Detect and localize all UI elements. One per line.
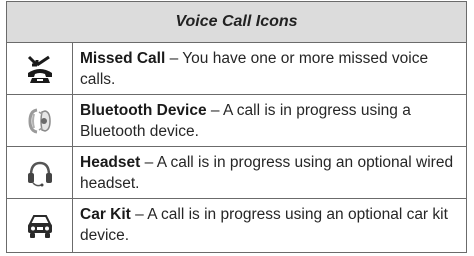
table-row: Missed Call – You have one or more misse… xyxy=(7,43,466,95)
row-label: Bluetooth Device xyxy=(80,102,207,119)
car-kit-icon xyxy=(25,211,55,241)
missed-call-icon xyxy=(25,54,55,84)
table-title: Voice Call Icons xyxy=(7,2,466,43)
bluetooth-device-icon xyxy=(25,106,55,136)
row-label: Headset xyxy=(80,154,141,171)
row-label: Car Kit xyxy=(80,206,131,223)
table-row: Headset – A call is in progress using an… xyxy=(7,147,466,199)
headset-icon xyxy=(25,158,55,188)
table-row: Bluetooth Device – A call is in progress… xyxy=(7,95,466,147)
voice-call-icons-table: Voice Call Icons Missed Call – You have … xyxy=(6,1,467,253)
row-label: Missed Call xyxy=(80,50,166,67)
table-row: Car Kit – A call is in progress using an… xyxy=(7,199,466,252)
